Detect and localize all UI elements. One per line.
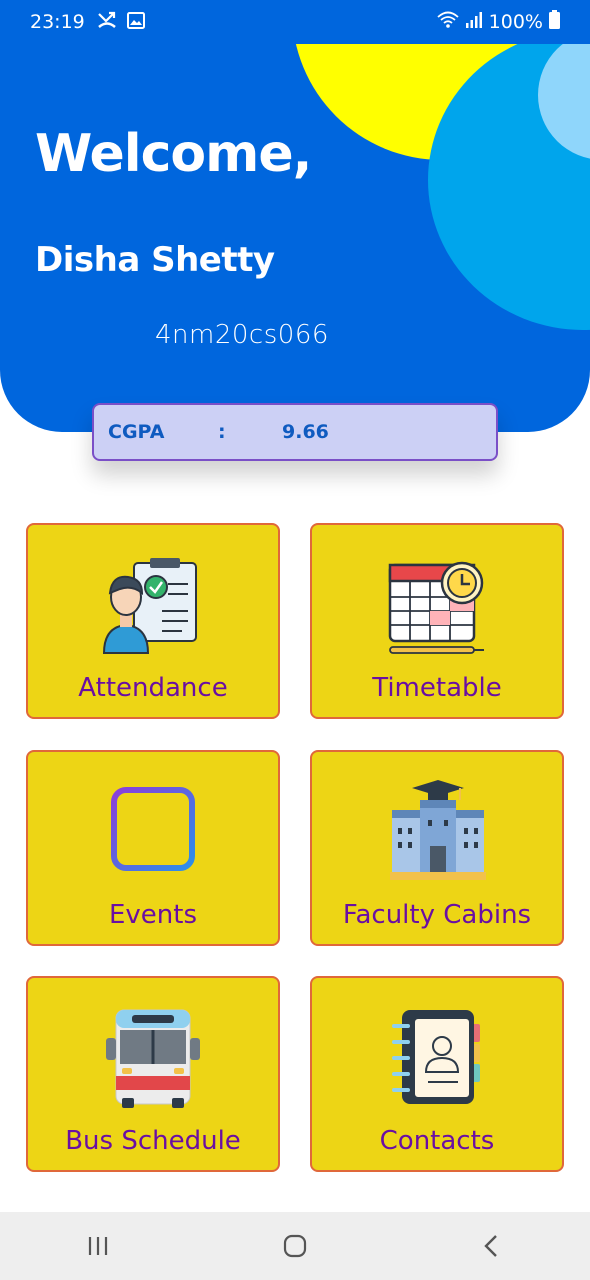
student-usn: 4nm20cs066 [155, 320, 329, 350]
back-icon [483, 1235, 497, 1257]
battery-icon [549, 10, 560, 34]
attendance-label: Attendance [78, 673, 228, 703]
timetable-icon [382, 549, 492, 659]
bus-icon [98, 1002, 208, 1112]
cgpa-separator: : [218, 421, 226, 443]
contacts-label: Contacts [379, 1126, 495, 1156]
recents-icon [89, 1237, 108, 1255]
signal-icon [465, 11, 483, 34]
cgpa-value: 9.66 [282, 421, 329, 443]
bus-schedule-tile[interactable]: Bus Schedule [26, 976, 280, 1172]
battery-level: 100% [488, 11, 543, 33]
calendar-icon [98, 776, 208, 886]
timetable-label: Timetable [372, 673, 502, 703]
welcome-heading: Welcome, [35, 124, 312, 184]
events-label: Events [108, 900, 198, 930]
missed-call-icon [97, 11, 117, 33]
home-icon [283, 1234, 307, 1258]
wifi-icon [437, 11, 459, 34]
header-banner [0, 0, 590, 432]
cgpa-label: CGPA [108, 421, 165, 443]
cgpa-card: CGPA : 9.66 [92, 403, 498, 461]
home-button[interactable] [265, 1216, 325, 1276]
system-navigation-bar [0, 1212, 590, 1280]
events-tile[interactable]: Events [26, 750, 280, 946]
contacts-tile[interactable]: Contacts [310, 976, 564, 1172]
back-button[interactable] [462, 1216, 522, 1276]
recents-button[interactable] [68, 1216, 128, 1276]
gallery-icon [126, 11, 145, 33]
faculty-cabins-label: Faculty Cabins [342, 900, 532, 930]
status-time: 23:19 [30, 11, 85, 33]
contacts-book-icon [382, 1002, 492, 1112]
student-name: Disha Shetty [35, 240, 275, 280]
building-icon [382, 776, 492, 886]
timetable-tile[interactable]: Timetable [310, 523, 564, 719]
status-bar: 23:19 100% [0, 0, 590, 44]
faculty-cabins-tile[interactable]: Faculty Cabins [310, 750, 564, 946]
bus-schedule-label: Bus Schedule [65, 1126, 241, 1156]
attendance-tile[interactable]: Attendance [26, 523, 280, 719]
attendance-icon [98, 549, 208, 659]
